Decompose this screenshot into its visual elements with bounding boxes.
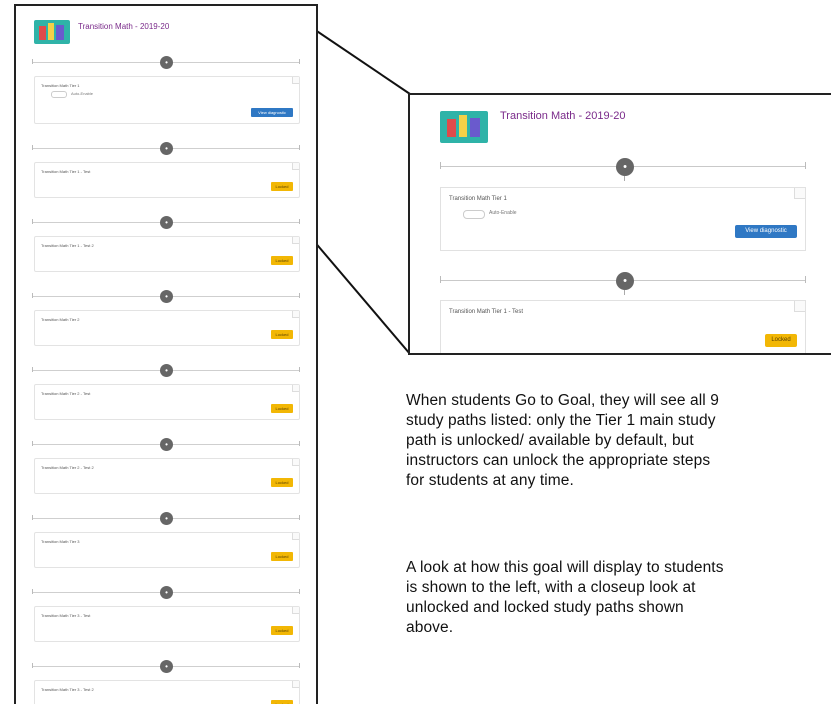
study-path-card-locked: Transition Math Tier 2 - Test Locked [34,384,300,420]
study-path-card-locked: Transition Math Tier 3 Locked [34,532,300,568]
study-path-title: Transition Math Tier 1 [41,83,80,88]
step-separator: • [440,157,806,181]
locked-button[interactable]: Locked [271,478,293,487]
step-marker-icon[interactable]: • [160,512,173,525]
step-separator: • [32,438,300,452]
step-separator: • [32,660,300,674]
locked-button[interactable]: Locked [271,700,293,704]
step-separator: • [32,512,300,526]
step-separator: • [32,142,300,156]
step-marker-icon[interactable]: • [616,272,634,290]
description-paragraph-1: When students Go to Goal, they will see … [406,392,719,489]
auto-enable-toggle[interactable] [463,210,485,219]
study-path-card-unlocked: Transition Math Tier 1 Auto-Enable View … [440,187,806,251]
step-marker-icon[interactable]: • [160,660,173,673]
toggle-label: Auto-Enable [489,210,517,216]
locked-button[interactable]: Locked [271,256,293,265]
goal-view-panel: Transition Math - 2019-20 • Transition Ma… [14,4,318,704]
step-marker-icon[interactable]: • [160,364,173,377]
study-path-title: Transition Math Tier 2 [41,317,80,322]
step-separator: • [32,290,300,304]
step-marker-icon[interactable]: • [160,586,173,599]
study-path-card-locked: Transition Math Tier 3 - Test Locked [34,606,300,642]
step-separator: • [440,271,806,295]
locked-button[interactable]: Locked [765,334,797,347]
study-path-title: Transition Math Tier 3 - Test 2 [41,687,94,692]
step-marker-icon[interactable]: • [160,142,173,155]
goal-logo-icon [440,111,488,143]
study-path-title: Transition Math Tier 3 - Test [41,613,91,618]
locked-button[interactable]: Locked [271,182,293,191]
closeup-panel: Transition Math - 2019-20 • Transition M… [408,93,831,355]
step-marker-icon[interactable]: • [160,216,173,229]
locked-button[interactable]: Locked [271,330,293,339]
view-diagnostic-button[interactable]: View diagnostic [735,225,797,238]
step-marker-icon[interactable]: • [160,290,173,303]
description-paragraph-2: A look at how this goal will display to … [406,559,724,636]
study-path-title: Transition Math Tier 3 [41,539,80,544]
study-path-title: Transition Math Tier 1 - Test [41,169,91,174]
locked-button[interactable]: Locked [271,626,293,635]
study-path-card-locked: Transition Math Tier 3 - Test 2 Locked [34,680,300,704]
study-path-title: Transition Math Tier 1 [449,196,507,202]
study-path-card-locked: Transition Math Tier 2 Locked [34,310,300,346]
step-marker-icon[interactable]: • [160,438,173,451]
step-separator: • [32,586,300,600]
study-path-card-unlocked: Transition Math Tier 1 Auto-Enable View di… [34,76,300,124]
study-path-card-locked: Transition Math Tier 1 - Test Locked [440,300,806,353]
study-path-card-locked: Transition Math Tier 2 - Test 2 Locked [34,458,300,494]
step-marker-icon[interactable]: • [616,158,634,176]
view-diagnostic-button[interactable]: View diagnostic [251,108,293,117]
study-path-title: Transition Math Tier 1 - Test 2 [41,243,94,248]
auto-enable-toggle[interactable] [51,91,67,98]
step-separator: • [32,56,300,70]
study-path-title: Transition Math Tier 2 - Test [41,391,91,396]
locked-button[interactable]: Locked [271,552,293,561]
closeup-goal-title: Transition Math - 2019-20 [500,110,626,122]
locked-button[interactable]: Locked [271,404,293,413]
study-path-title: Transition Math Tier 2 - Test 2 [41,465,94,470]
step-separator: • [32,216,300,230]
goal-title: Transition Math - 2019-20 [78,22,170,31]
study-path-card-locked: Transition Math Tier 1 - Test 2 Locked [34,236,300,272]
step-marker-icon[interactable]: • [160,56,173,69]
step-separator: • [32,364,300,378]
toggle-label: Auto-Enable [71,91,94,96]
goal-logo-icon [34,20,70,44]
study-path-card-locked: Transition Math Tier 1 - Test Locked [34,162,300,198]
study-path-title: Transition Math Tier 1 - Test [449,309,524,315]
